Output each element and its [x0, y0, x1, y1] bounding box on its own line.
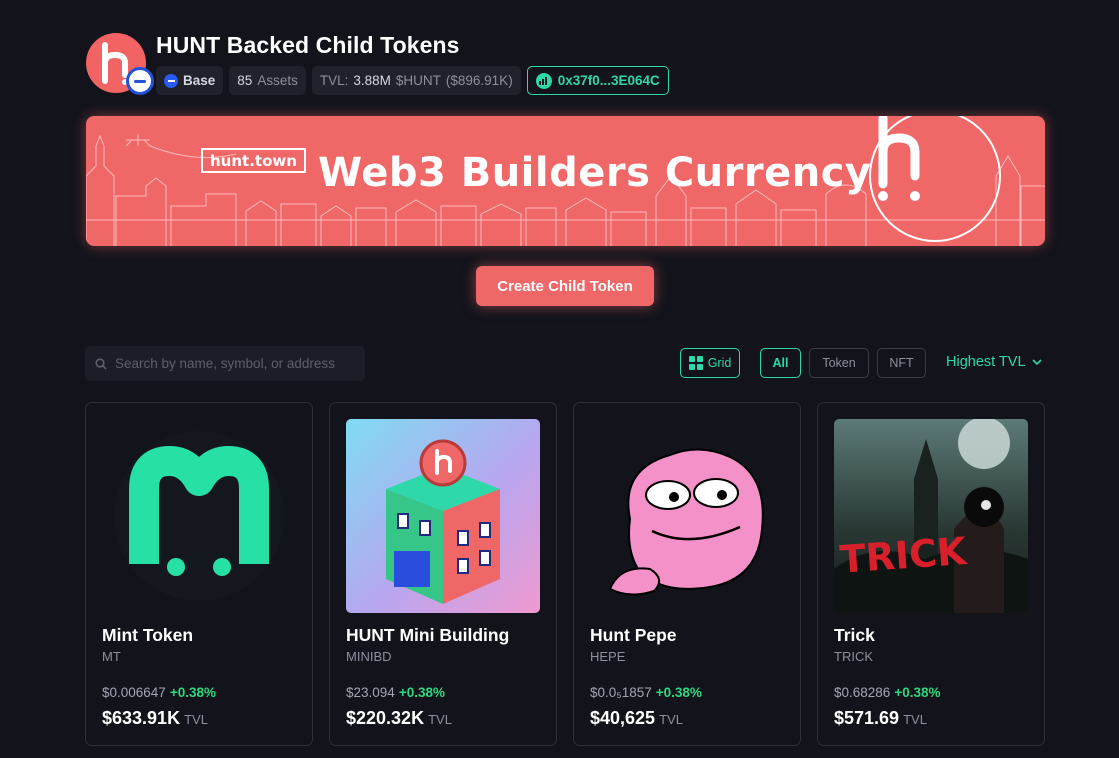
token-image: [346, 419, 540, 613]
banner-headline: Web3 Builders Currency: [318, 150, 872, 196]
token-name: HUNT Mini Building: [346, 625, 510, 645]
tvl-value: 3.88M: [353, 73, 391, 88]
token-card[interactable]: Mint Token MT $0.006647 +0.38% $633.91K TV…: [85, 402, 313, 746]
token-tvl-value: $40,625: [590, 708, 656, 728]
token-price-change: +0.38%: [398, 685, 445, 700]
token-symbol: TRICK: [834, 649, 873, 664]
token-price-value: $0.68286: [834, 685, 891, 700]
contract-address-link[interactable]: 0x37f0...3E064C: [526, 66, 669, 95]
token-price-change: +0.38%: [894, 685, 941, 700]
token-name: Mint Token: [102, 625, 194, 645]
grid-view-toggle[interactable]: Grid: [680, 348, 740, 378]
pepe-illustration-icon: [608, 448, 764, 596]
assets-label: Assets: [257, 73, 298, 88]
create-child-token-button[interactable]: Create Child Token: [476, 266, 654, 306]
token-card[interactable]: TRICK Trick TRICK $0.68286 +0.38% $571.69…: [817, 402, 1045, 746]
base-chain-icon: [126, 67, 154, 95]
token-tvl-value: $220.32K: [346, 708, 425, 728]
sort-dropdown[interactable]: Highest TVL: [946, 354, 1042, 370]
token-image: [590, 419, 784, 613]
collection-meta: Base 85 Assets TVL: 3.88M $HUNT ($896.91…: [156, 66, 669, 95]
token-tvl-unit: TVL: [903, 712, 927, 727]
grid-view-label: Grid: [707, 356, 732, 370]
token-tvl-value: $633.91K: [102, 708, 181, 728]
token-card[interactable]: HUNT Mini Building MINIBD $23.094 +0.38% …: [329, 402, 557, 746]
search-input[interactable]: [115, 356, 355, 371]
trick-illustration-icon: TRICK: [834, 419, 1028, 613]
token-price-value: $0.0₅1857: [590, 685, 652, 700]
token-card[interactable]: Hunt Pepe HEPE $0.0₅1857 +0.38% $40,625 TV…: [573, 402, 801, 746]
token-price-value: $23.094: [346, 685, 395, 700]
token-name: Hunt Pepe: [590, 625, 677, 645]
building-illustration-icon: [386, 439, 500, 604]
search-icon: [95, 357, 107, 370]
grid-icon: [688, 356, 703, 370]
token-tvl-value: $571.69: [834, 708, 900, 728]
tvl-usd: ($896.91K): [445, 73, 513, 88]
mint-logo-icon: [114, 431, 284, 601]
search-box[interactable]: [85, 346, 365, 381]
chain-name: Base: [183, 73, 216, 88]
token-name: Trick: [834, 625, 875, 645]
page-title: HUNT Backed Child Tokens: [156, 32, 460, 58]
token-price-change: +0.38%: [169, 685, 216, 700]
filter-nft-button[interactable]: NFT: [877, 348, 926, 378]
token-tvl-unit: TVL: [184, 712, 208, 727]
token-tvl: $220.32K TVL: [346, 708, 452, 729]
token-tvl: $571.69 TVL: [834, 708, 927, 729]
filter-token-button[interactable]: Token: [809, 348, 869, 378]
token-price: $0.006647 +0.38%: [102, 685, 216, 700]
tvl-unit: $HUNT: [395, 73, 441, 88]
assets-count-badge: 85 Assets: [229, 66, 306, 95]
base-icon: [164, 73, 178, 88]
token-tvl-unit: TVL: [428, 712, 452, 727]
collection-avatar: [86, 33, 154, 97]
token-price-change: +0.38%: [655, 685, 702, 700]
token-price: $0.0₅1857 +0.38%: [590, 685, 702, 700]
banner-tag: hunt.town: [201, 148, 306, 173]
sort-label: Highest TVL: [946, 354, 1026, 370]
tvl-badge: TVL: 3.88M $HUNT ($896.91K): [311, 66, 521, 95]
chevron-down-icon: [1031, 358, 1042, 365]
token-tvl-unit: TVL: [659, 712, 683, 727]
token-image: TRICK: [834, 419, 1028, 613]
token-price: $0.68286 +0.38%: [834, 685, 940, 700]
chain-badge: Base: [156, 66, 224, 95]
token-tvl: $40,625 TVL: [590, 708, 683, 729]
contract-address: 0x37f0...3E064C: [557, 73, 660, 88]
explorer-icon: [535, 72, 552, 89]
filter-all-button[interactable]: All: [760, 348, 801, 378]
token-price-value: $0.006647: [102, 685, 166, 700]
tvl-label: TVL:: [319, 73, 349, 88]
token-tvl: $633.91K TVL: [102, 708, 208, 729]
token-symbol: HEPE: [590, 649, 626, 664]
promo-banner: hunt.town Web3 Builders Currency: [86, 116, 1045, 246]
token-price: $23.094 +0.38%: [346, 685, 445, 700]
collection-header: HUNT Backed Child Tokens Base 85 Assets …: [86, 30, 1046, 96]
hunt-banner-logo-icon: [869, 116, 1001, 242]
assets-count: 85: [237, 73, 253, 88]
token-image: [102, 419, 296, 613]
token-symbol: MT: [102, 649, 121, 664]
svg-text:TRICK: TRICK: [838, 529, 969, 582]
token-symbol: MINIBD: [346, 649, 392, 664]
